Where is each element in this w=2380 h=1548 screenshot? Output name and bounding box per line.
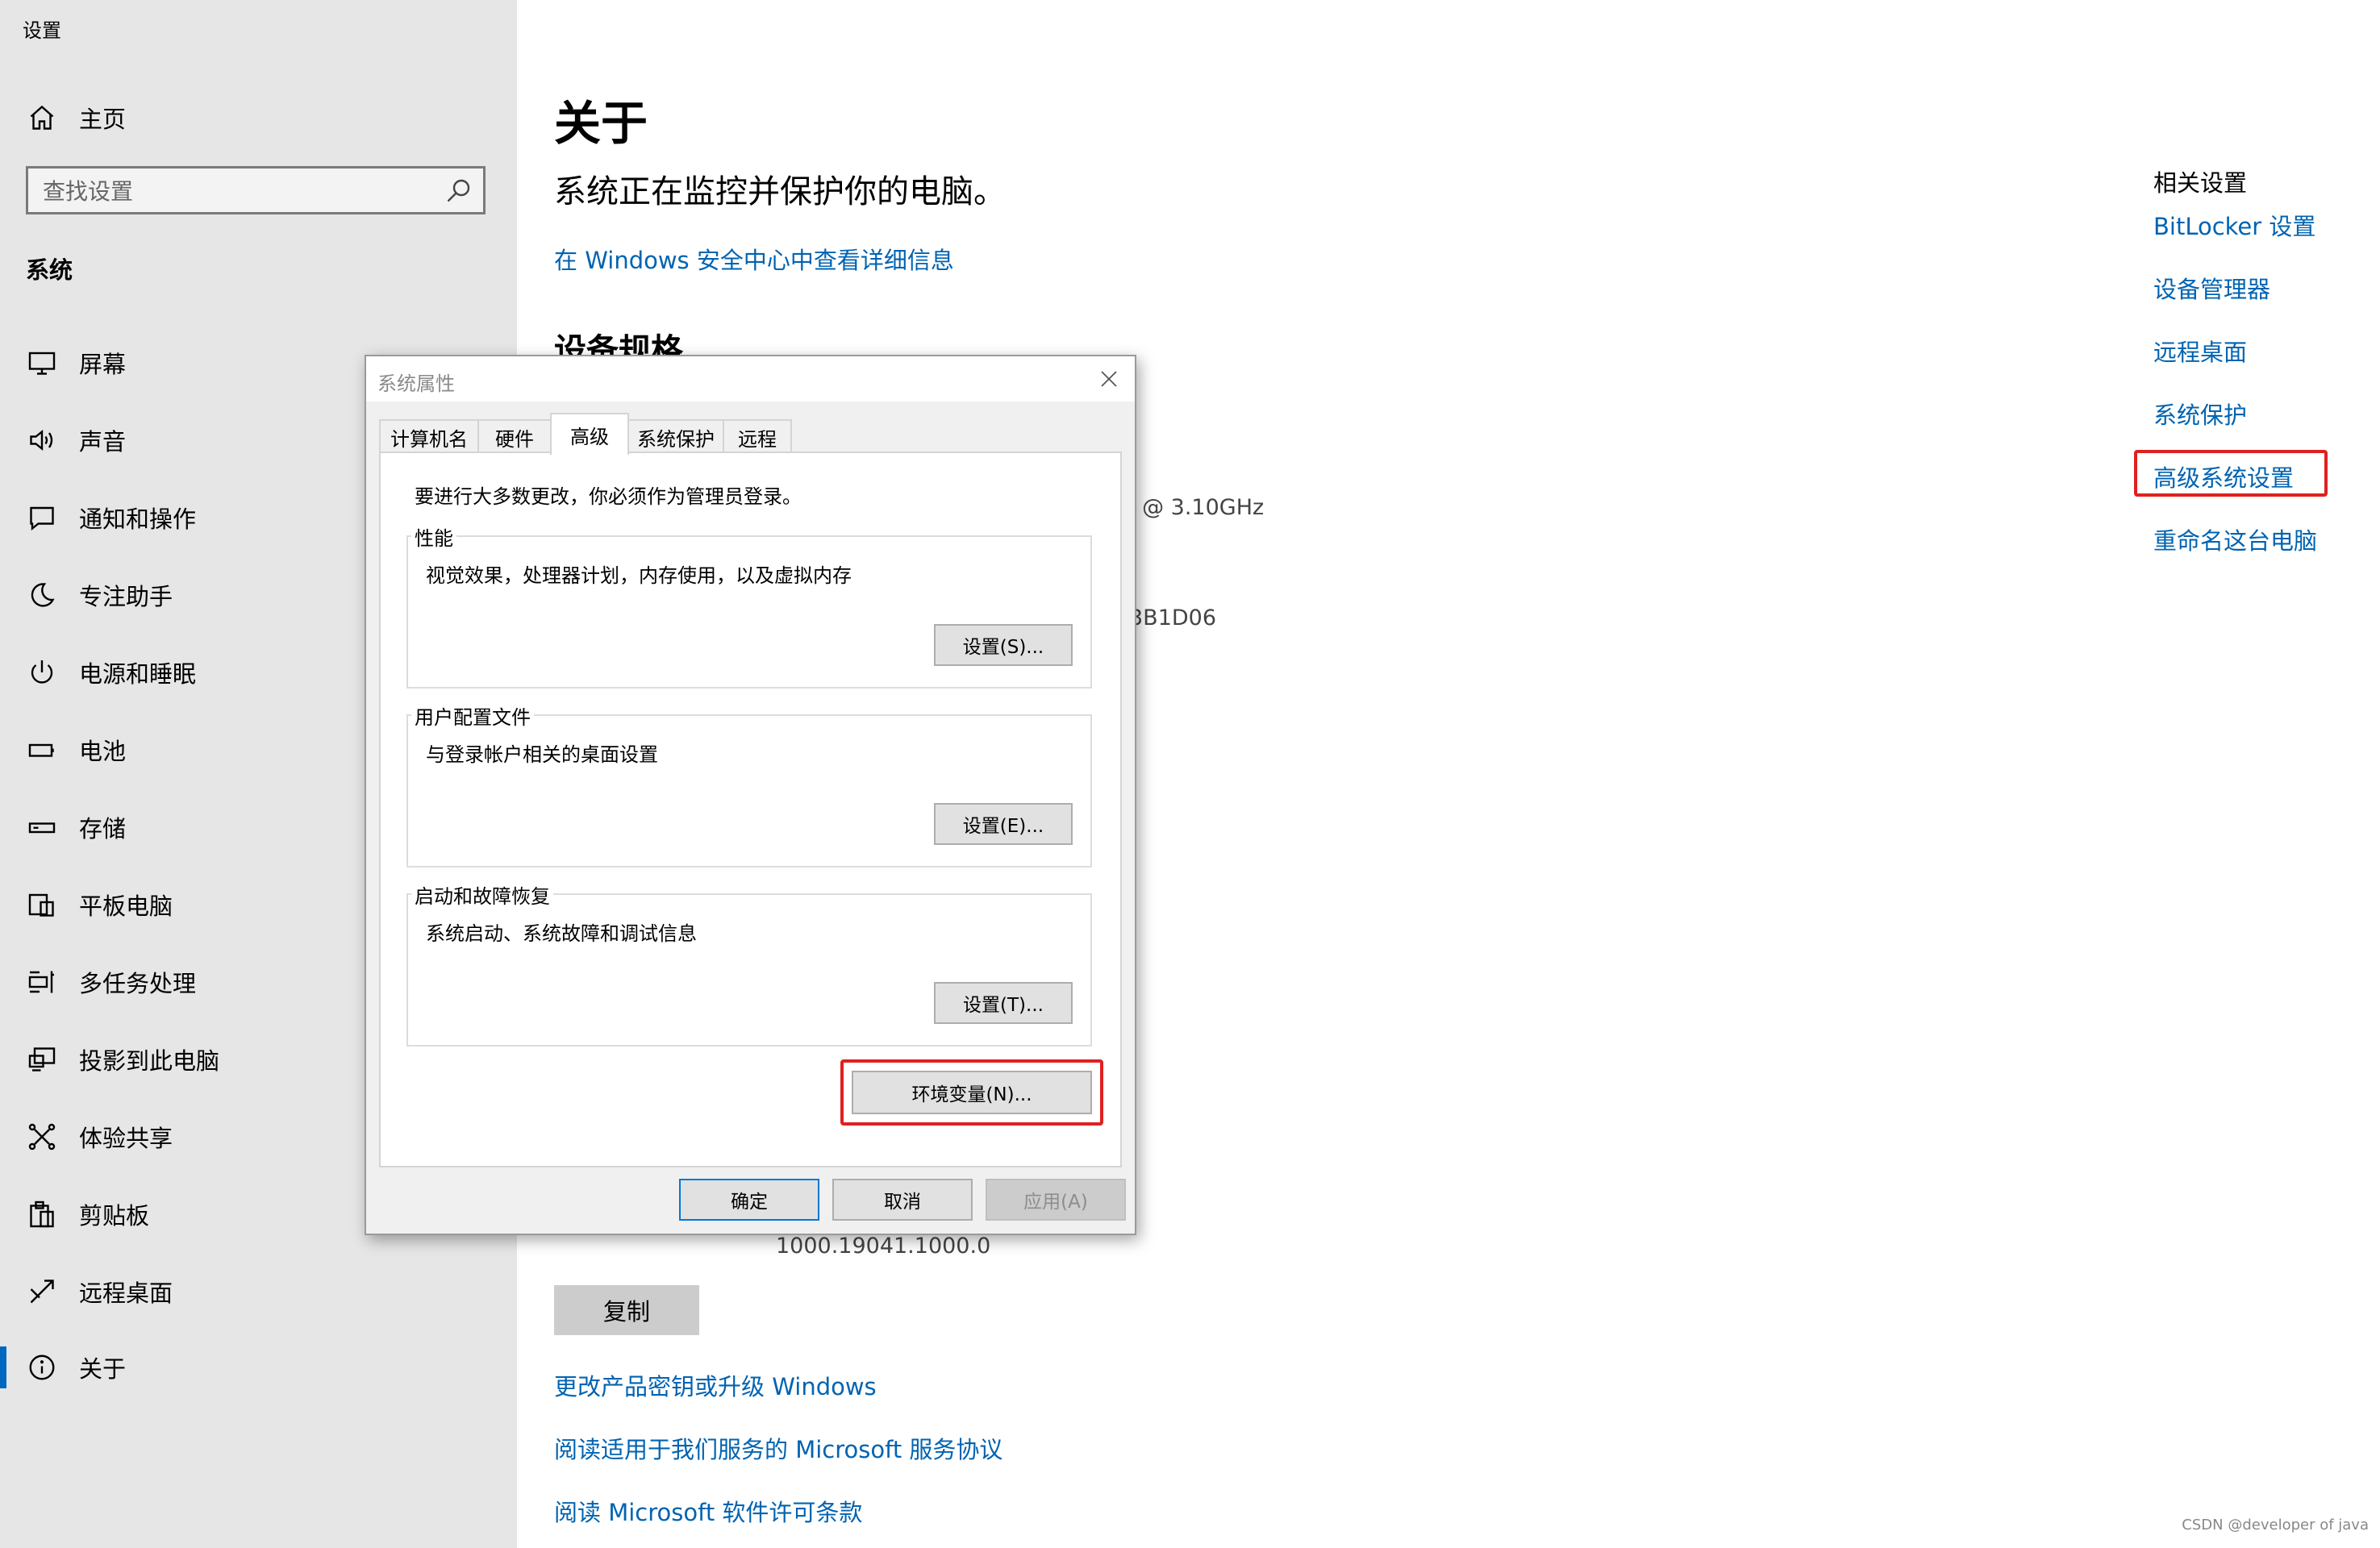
home-icon: [26, 102, 58, 134]
sidebar-item-label: 关于: [79, 1355, 127, 1383]
sidebar-item-sound[interactable]: 声音: [26, 419, 126, 461]
performance-group: 性能 视觉效果，处理器计划，内存使用，以及虚拟内存 设置(S)...: [406, 522, 1092, 689]
watermark: CSDN @developer of java: [2182, 1517, 2369, 1533]
os-build-value: 1000.19041.1000.0: [776, 1234, 991, 1259]
apply-button[interactable]: 应用(A): [986, 1179, 1126, 1221]
group-description: 与登录帐户相关的桌面设置: [426, 743, 658, 766]
device-id-value: 3B1D06: [1129, 605, 1217, 630]
sidebar-item-remote-desktop[interactable]: 远程桌面: [26, 1271, 173, 1313]
sidebar-item-focus-assist[interactable]: 专注助手: [26, 574, 173, 616]
section-title-system: 系统: [26, 256, 73, 284]
group-description: 视觉效果，处理器计划，内存使用，以及虚拟内存: [426, 564, 852, 587]
tab-remote[interactable]: 远程: [723, 419, 792, 453]
ok-button[interactable]: 确定: [679, 1179, 819, 1221]
environment-variables-button[interactable]: 环境变量(N)...: [852, 1071, 1092, 1114]
license-terms-link[interactable]: 阅读 Microsoft 软件许可条款: [554, 1494, 862, 1528]
tablet-icon: [26, 888, 58, 921]
device-manager-link[interactable]: 设备管理器: [2153, 271, 2270, 305]
moon-icon: [26, 579, 58, 611]
related-settings-title: 相关设置: [2153, 169, 2248, 197]
processor-value: l @ 3.10GHz: [1129, 495, 1265, 520]
nav-home-label: 主页: [79, 106, 127, 133]
sidebar-item-label: 电源和睡眠: [79, 660, 197, 688]
tab-hardware[interactable]: 硬件: [477, 419, 552, 453]
sidebar-item-shared-experiences[interactable]: 体验共享: [26, 1116, 173, 1158]
copy-button[interactable]: 复制: [554, 1285, 699, 1335]
notification-icon: [26, 501, 58, 534]
sidebar-item-tablet[interactable]: 平板电脑: [26, 884, 173, 926]
sidebar-item-label: 电池: [79, 738, 127, 765]
display-icon: [26, 347, 58, 379]
project-icon: [26, 1043, 58, 1076]
admin-notice: 要进行大多数更改，你必须作为管理员登录。: [415, 485, 802, 508]
group-description: 系统启动、系统故障和调试信息: [426, 922, 697, 945]
sidebar-item-storage[interactable]: 存储: [26, 806, 126, 848]
advanced-system-settings-link[interactable]: 高级系统设置: [2153, 460, 2294, 493]
multitask-icon: [26, 966, 58, 998]
system-properties-dialog: 系统属性 计算机名 硬件 高级 系统保护 远程 要进行大多数更改，你必须作为管理…: [365, 355, 1136, 1235]
nav-home[interactable]: 主页: [26, 98, 126, 137]
sidebar-item-project[interactable]: 投影到此电脑: [26, 1038, 219, 1080]
protection-status: 系统正在监控并保护你的电脑。: [554, 173, 1006, 210]
sidebar-item-display[interactable]: 屏幕: [26, 342, 126, 384]
sidebar-item-about[interactable]: 关于: [26, 1346, 126, 1388]
user-profiles-settings-button[interactable]: 设置(E)...: [934, 803, 1073, 845]
share-icon: [26, 1121, 58, 1153]
search-icon[interactable]: [443, 174, 475, 206]
sidebar-item-battery[interactable]: 电池: [26, 729, 126, 771]
group-title: 启动和故障恢复: [411, 880, 553, 909]
dialog-title: 系统属性: [377, 372, 455, 395]
sidebar-item-label: 投影到此电脑: [79, 1047, 220, 1075]
battery-icon: [26, 734, 58, 766]
sidebar-item-label: 专注助手: [79, 583, 173, 610]
startup-recovery-settings-button[interactable]: 设置(T)...: [934, 982, 1073, 1024]
storage-icon: [26, 811, 58, 843]
tab-computer-name[interactable]: 计算机名: [379, 419, 479, 453]
info-icon: [26, 1351, 58, 1384]
group-title: 性能: [411, 522, 456, 551]
change-product-key-link[interactable]: 更改产品密钥或升级 Windows: [554, 1368, 877, 1402]
cancel-button[interactable]: 取消: [832, 1179, 973, 1221]
sidebar-item-clipboard[interactable]: 剪贴板: [26, 1193, 149, 1235]
remote-desktop-link[interactable]: 远程桌面: [2153, 334, 2247, 368]
bitlocker-link[interactable]: BitLocker 设置: [2153, 208, 2315, 242]
sidebar-item-label: 多任务处理: [79, 970, 197, 997]
tab-advanced[interactable]: 高级: [550, 413, 629, 455]
user-profiles-group: 用户配置文件 与登录帐户相关的桌面设置 设置(E)...: [406, 701, 1092, 868]
rename-pc-link[interactable]: 重命名这台电脑: [2153, 522, 2317, 556]
close-icon[interactable]: [1093, 363, 1125, 395]
sidebar-item-label: 通知和操作: [79, 506, 197, 533]
performance-settings-button[interactable]: 设置(S)...: [934, 624, 1073, 666]
group-title: 用户配置文件: [411, 701, 534, 730]
sidebar-item-notifications[interactable]: 通知和操作: [26, 497, 196, 539]
sidebar-item-label: 体验共享: [79, 1125, 173, 1152]
sidebar-item-power[interactable]: 电源和睡眠: [26, 651, 196, 693]
sidebar-item-label: 平板电脑: [79, 893, 173, 920]
selection-indicator: [0, 1346, 6, 1388]
search-placeholder: 查找设置: [43, 178, 134, 205]
search-input[interactable]: 查找设置: [26, 166, 486, 214]
page-title: 关于: [554, 96, 648, 151]
service-agreement-link[interactable]: 阅读适用于我们服务的 Microsoft 服务协议: [554, 1431, 1002, 1465]
remote-desktop-icon: [26, 1275, 58, 1308]
sidebar-item-label: 远程桌面: [79, 1280, 173, 1307]
advanced-tab-panel: 要进行大多数更改，你必须作为管理员登录。 性能 视觉效果，处理器计划，内存使用，…: [379, 452, 1122, 1167]
power-icon: [26, 656, 58, 689]
speaker-icon: [26, 424, 58, 456]
sidebar-item-multitasking[interactable]: 多任务处理: [26, 961, 196, 1003]
clipboard-icon: [26, 1198, 58, 1230]
security-center-link[interactable]: 在 Windows 安全中心中查看详细信息: [554, 242, 954, 276]
window-title: 设置: [23, 19, 61, 42]
sidebar-item-label: 声音: [79, 428, 127, 456]
system-protection-link[interactable]: 系统保护: [2153, 397, 2247, 431]
sidebar-item-label: 存储: [79, 815, 127, 843]
startup-recovery-group: 启动和故障恢复 系统启动、系统故障和调试信息 设置(T)...: [406, 880, 1092, 1047]
sidebar-item-label: 剪贴板: [79, 1202, 150, 1230]
tab-system-protection[interactable]: 系统保护: [627, 419, 724, 453]
dialog-titlebar[interactable]: 系统属性: [366, 356, 1135, 402]
sidebar-item-label: 屏幕: [79, 351, 127, 378]
